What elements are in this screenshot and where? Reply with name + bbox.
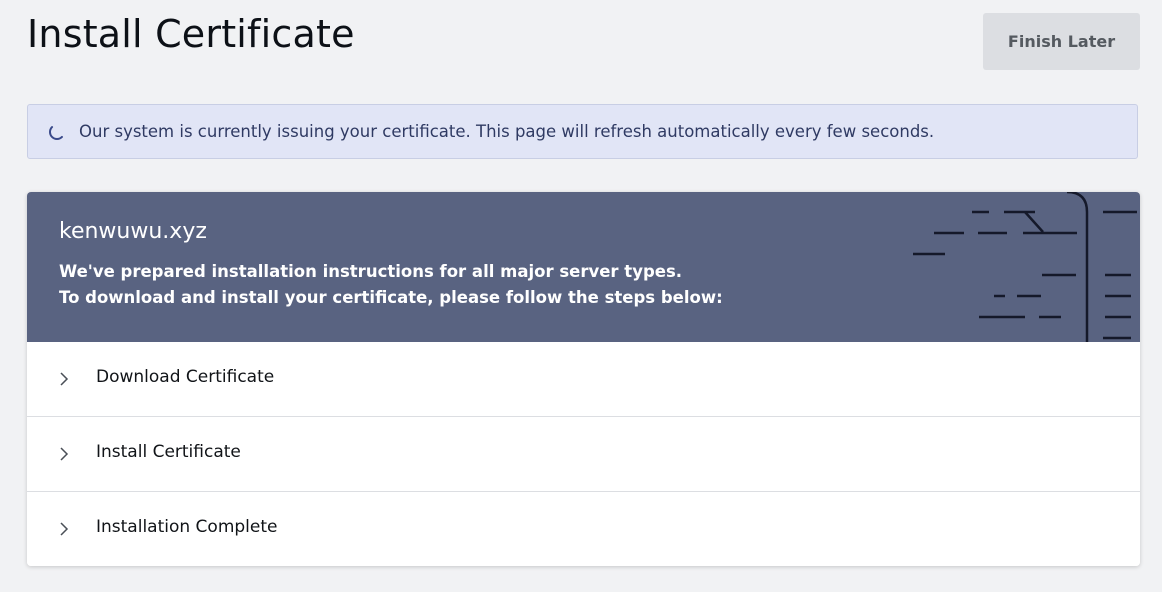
chevron-right-icon (60, 447, 69, 461)
description-line-2: To download and install your certificate… (59, 288, 723, 307)
step-download-certificate[interactable]: Download Certificate (27, 342, 1140, 417)
decorative-lines-graphic (913, 192, 1137, 342)
certificate-card: kenwuwu.xyz We've prepared installation … (27, 192, 1140, 566)
card-header: kenwuwu.xyz We've prepared installation … (27, 192, 1140, 342)
domain-name: kenwuwu.xyz (59, 219, 207, 244)
step-installation-complete[interactable]: Installation Complete (27, 492, 1140, 566)
chevron-right-icon (60, 522, 69, 536)
loading-spinner-icon (49, 126, 63, 140)
step-label: Install Certificate (96, 442, 241, 462)
step-install-certificate[interactable]: Install Certificate (27, 417, 1140, 492)
install-certificate-page: Install Certificate Finish Later Our sys… (0, 0, 1162, 592)
page-title: Install Certificate (27, 12, 355, 56)
finish-later-button[interactable]: Finish Later (983, 13, 1140, 70)
notice-text: Our system is currently issuing your cer… (79, 122, 935, 141)
step-label: Download Certificate (96, 367, 275, 387)
description-line-1: We've prepared installation instructions… (59, 262, 683, 281)
chevron-right-icon (60, 372, 69, 386)
step-label: Installation Complete (96, 517, 278, 537)
issuing-notice: Our system is currently issuing your cer… (27, 104, 1138, 159)
